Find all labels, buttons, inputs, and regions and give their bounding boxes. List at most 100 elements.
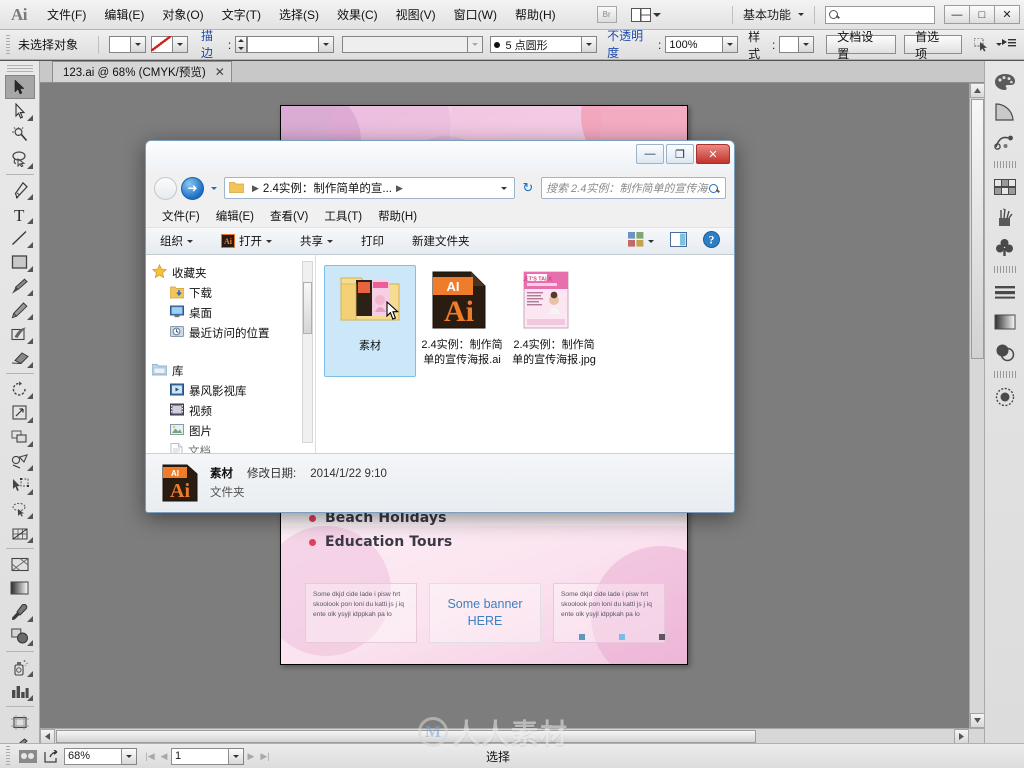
preview-pane-button[interactable] bbox=[662, 229, 695, 253]
magic-wand-tool[interactable] bbox=[5, 123, 35, 147]
symbols-panel-icon[interactable] bbox=[988, 127, 1022, 157]
graphic-style-dropdown-button[interactable] bbox=[799, 36, 815, 53]
explorer-menu-view[interactable]: 查看(V) bbox=[262, 206, 316, 226]
recent-pages-button[interactable] bbox=[208, 186, 220, 190]
column-graph-tool[interactable] bbox=[5, 679, 35, 703]
control-panel-menu-button[interactable] bbox=[1001, 37, 1016, 52]
rotate-tool[interactable] bbox=[5, 377, 35, 401]
opacity-dropdown-button[interactable] bbox=[723, 36, 739, 53]
bridge-icon[interactable]: Br bbox=[596, 6, 617, 23]
dock-group-grip[interactable] bbox=[993, 161, 1016, 168]
stroke-profile-input[interactable] bbox=[341, 36, 468, 53]
breadcrumb-separator-icon[interactable]: ▶ bbox=[396, 183, 403, 194]
nav-item-recent-places[interactable]: 最近访问的位置 bbox=[152, 323, 315, 343]
transparency-panel-icon[interactable] bbox=[988, 337, 1022, 367]
blob-brush-tool[interactable] bbox=[5, 322, 35, 346]
width-tool[interactable] bbox=[5, 425, 35, 449]
scroll-left-button[interactable] bbox=[40, 729, 55, 743]
nav-item-pictures[interactable]: 图片 bbox=[152, 421, 315, 441]
address-bar[interactable]: ▶ 2.4实例：制作简单的宣... ▶ bbox=[224, 177, 515, 199]
opacity-input[interactable]: 100% bbox=[665, 36, 724, 53]
explorer-menu-help[interactable]: 帮助(H) bbox=[370, 206, 425, 226]
swatches-panel-icon[interactable] bbox=[988, 172, 1022, 202]
symbol-library-panel-icon[interactable] bbox=[988, 232, 1022, 262]
zoom-input[interactable]: 68% bbox=[64, 747, 122, 765]
line-segment-tool[interactable] bbox=[5, 226, 35, 250]
menu-edit[interactable]: 编辑(E) bbox=[95, 2, 153, 27]
next-page-button[interactable]: ▶ bbox=[244, 748, 258, 765]
stroke-color-control[interactable] bbox=[151, 36, 188, 53]
stroke-weight-input[interactable] bbox=[247, 36, 320, 53]
eyedropper-tool[interactable] bbox=[5, 600, 35, 624]
fill-swatch[interactable] bbox=[109, 36, 131, 53]
menu-window[interactable]: 窗口(W) bbox=[445, 2, 506, 27]
direct-selection-tool[interactable] bbox=[5, 99, 35, 123]
nav-item-videos[interactable]: 视频 bbox=[152, 401, 315, 421]
menu-type[interactable]: 文字(T) bbox=[213, 2, 270, 27]
nav-pane-scrollbar[interactable] bbox=[302, 261, 313, 443]
stroke-profile-dropdown-button[interactable] bbox=[467, 36, 483, 53]
brushes-panel-icon[interactable] bbox=[988, 202, 1022, 232]
color-guide-panel-icon[interactable] bbox=[988, 97, 1022, 127]
explorer-menu-file[interactable]: 文件(F) bbox=[154, 206, 208, 226]
forward-button[interactable]: ➜ bbox=[181, 176, 204, 200]
file-list-pane[interactable]: 素材 AI Ai 2.4实例：制作简单的宣传海报.ai LET'S TALK 2… bbox=[316, 255, 734, 453]
free-transform-tool[interactable] bbox=[5, 473, 35, 497]
close-icon[interactable]: ✕ bbox=[215, 65, 225, 79]
menu-view[interactable]: 视图(V) bbox=[387, 2, 445, 27]
fill-dropdown-button[interactable] bbox=[131, 36, 146, 53]
canvas-horizontal-scrollbar[interactable] bbox=[40, 728, 984, 743]
refresh-button[interactable]: ↻ bbox=[519, 180, 537, 196]
navigation-pane[interactable]: 收藏夹 下载 桌面 最近访问的位置 库 暴风影视库 视频 图片 文档 bbox=[146, 255, 316, 453]
nav-item-desktop[interactable]: 桌面 bbox=[152, 303, 315, 323]
nav-item-documents[interactable]: 文档 bbox=[152, 441, 315, 453]
artboard-tool[interactable] bbox=[5, 710, 35, 734]
nav-group-favorites[interactable]: 收藏夹 bbox=[151, 263, 315, 283]
help-button[interactable]: ? bbox=[695, 228, 728, 254]
nav-item-baofeng-library[interactable]: 暴风影视库 bbox=[152, 381, 315, 401]
explorer-search-input[interactable]: 搜索 2.4实例：制作简单的宣传海报 bbox=[541, 177, 726, 199]
help-search-input[interactable] bbox=[825, 5, 935, 24]
nav-pane-scroll-thumb[interactable] bbox=[303, 282, 312, 334]
explorer-minimize-button[interactable]: — bbox=[636, 144, 664, 164]
pencil-tool[interactable] bbox=[5, 298, 35, 322]
file-item-ai[interactable]: AI Ai 2.4实例：制作简单的宣传海报.ai bbox=[416, 265, 508, 377]
prev-page-button[interactable]: ◀ bbox=[157, 748, 171, 765]
dock-group-grip[interactable] bbox=[993, 371, 1016, 378]
fill-color-control[interactable] bbox=[109, 36, 146, 53]
gradient-tool[interactable] bbox=[5, 576, 35, 600]
nav-group-libraries[interactable]: 库 bbox=[151, 361, 315, 381]
zoom-dropdown-button[interactable] bbox=[122, 747, 137, 765]
canvas-vertical-scroll-thumb[interactable] bbox=[971, 99, 984, 359]
menu-object[interactable]: 对象(O) bbox=[153, 2, 212, 27]
menu-select[interactable]: 选择(S) bbox=[270, 2, 328, 27]
breadcrumb-current[interactable]: 2.4实例：制作简单的宣... bbox=[263, 180, 392, 196]
menu-effect[interactable]: 效果(C) bbox=[328, 2, 387, 27]
explorer-menu-tools[interactable]: 工具(T) bbox=[316, 206, 370, 226]
selection-tool[interactable] bbox=[4, 75, 35, 99]
appearance-panel-icon[interactable] bbox=[988, 382, 1022, 412]
maximize-button[interactable]: □ bbox=[969, 5, 995, 24]
perspective-grid-tool[interactable] bbox=[5, 497, 35, 521]
tools-panel-grip[interactable] bbox=[6, 65, 33, 73]
brush-definition-input[interactable]: 5 点圆形 bbox=[490, 36, 583, 53]
explorer-menu-edit[interactable]: 编辑(E) bbox=[208, 206, 262, 226]
new-folder-button[interactable]: 新建文件夹 bbox=[404, 230, 478, 252]
scroll-up-button[interactable] bbox=[970, 83, 984, 98]
explorer-maximize-button[interactable]: ❐ bbox=[666, 144, 694, 164]
open-with-button[interactable]: Ai 打开 bbox=[213, 230, 280, 252]
back-button[interactable] bbox=[154, 176, 177, 200]
gradient-mesh-tool[interactable] bbox=[5, 552, 35, 576]
first-page-button[interactable]: |◀ bbox=[143, 748, 157, 765]
shape-builder-tool[interactable] bbox=[5, 449, 35, 473]
scroll-down-button[interactable] bbox=[970, 713, 984, 728]
type-tool[interactable]: T bbox=[5, 202, 35, 226]
mesh-tool[interactable] bbox=[5, 521, 35, 545]
gradient-panel-icon[interactable] bbox=[988, 307, 1022, 337]
file-explorer-window[interactable]: — ❐ ✕ ➜ ▶ 2.4实例：制作简单的宣... ▶ ↻ 搜索 2.4实例：制… bbox=[145, 140, 735, 513]
arrange-documents-button[interactable] bbox=[630, 7, 661, 22]
stroke-weight-dropdown-button[interactable] bbox=[319, 36, 334, 53]
paintbrush-tool[interactable] bbox=[5, 274, 35, 298]
blend-tool[interactable] bbox=[5, 624, 35, 648]
menu-help[interactable]: 帮助(H) bbox=[506, 2, 565, 27]
